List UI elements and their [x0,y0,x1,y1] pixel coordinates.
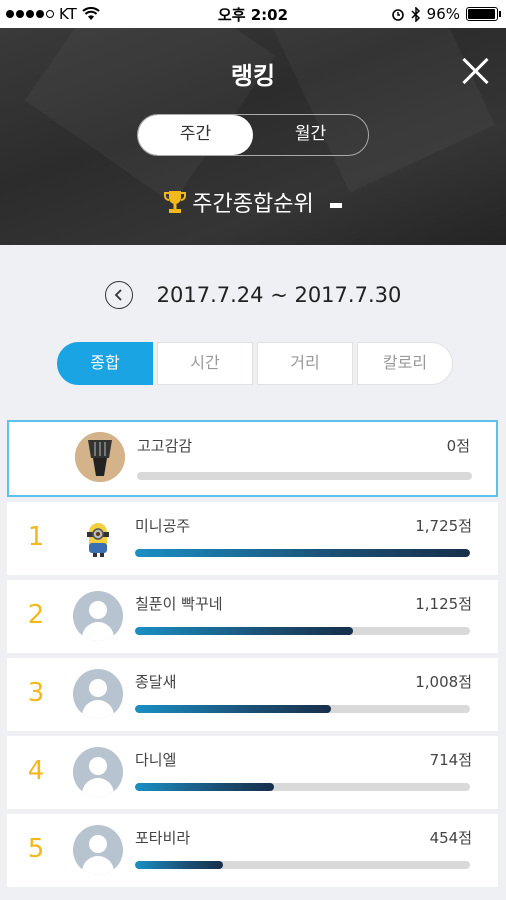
battery-percent: 96% [426,5,460,23]
date-navigation: 2017.7.24 ~ 2017.7.30 [0,279,506,311]
progress-fill [135,783,274,791]
user-name: 칠푼이 빡꾸네 [135,595,223,613]
my-name: 고고감감 [137,437,193,455]
user-score: 1,125점 [415,595,472,613]
progress-fill [135,861,224,869]
user-score: 454점 [429,829,472,847]
rank-number: 3 [27,678,45,708]
date-range: 2017.7.24 ~ 2017.7.30 [156,283,402,307]
user-name: 다니엘 [135,751,177,769]
user-name: 포타비라 [135,829,191,847]
minion-icon [87,523,109,557]
my-score: 0점 [446,437,470,455]
progress-bar [135,783,470,791]
avatar [75,432,125,482]
progress-fill [135,627,354,635]
progress-fill [135,549,470,557]
ranking-row[interactable]: 3 종달새 1,008점 [7,658,498,731]
progress-bar [135,705,470,713]
rank-number: 5 [27,834,45,864]
rank-number: 1 [27,522,45,552]
dropdown-icon [329,202,342,208]
ranking-row[interactable]: 1 미니공주 1,725점 [7,502,498,575]
battery-icon [466,7,501,21]
avatar [73,513,123,563]
my-progress-bar [137,472,472,480]
chevron-left-icon [114,289,122,301]
default-avatar-icon [73,747,123,797]
progress-fill [135,705,331,713]
close-icon[interactable] [460,56,490,86]
tab-monthly[interactable]: 월간 [253,115,368,155]
progress-bar [135,549,470,557]
user-score: 1,725점 [415,517,472,535]
previous-week-button[interactable] [104,281,133,309]
ranking-row[interactable]: 2 칠푼이 빡꾸네 1,125점 [7,580,498,653]
header: 랭킹 주간 월간 주간종합순위 [0,28,506,245]
user-name: 미니공주 [135,517,191,535]
trophy-icon [164,191,187,213]
user-photo-icon [75,432,125,482]
tab-distance[interactable]: 거리 [257,342,353,385]
progress-bar [135,627,470,635]
tab-weekly[interactable]: 주간 [138,115,253,155]
default-avatar-icon [73,591,123,641]
default-avatar-icon [73,669,123,719]
default-avatar-icon [73,825,123,875]
user-score: 714점 [429,751,472,769]
user-score: 1,008점 [415,673,472,691]
rank-number: 4 [27,756,45,786]
category-tabs: 종합 시간 거리 칼로리 [57,342,453,385]
ranking-row[interactable]: 5 포타비라 454점 [7,814,498,887]
period-toggle: 주간 월간 [137,114,369,156]
alarm-icon [391,9,404,21]
progress-bar [135,861,470,869]
rank-number: 2 [27,600,45,630]
tab-calories[interactable]: 칼로리 [357,342,453,385]
status-bar: KT 오후 2:02 96% [0,0,506,28]
my-ranking-card[interactable]: 고고감감 0점 [7,420,498,497]
page-title: 랭킹 [230,62,276,90]
ranking-row[interactable]: 4 다니엘 714점 [7,736,498,809]
ranking-type-label: 주간종합순위 [192,192,314,217]
ranking-type-selector[interactable]: 주간종합순위 [0,186,506,218]
user-name: 종달새 [135,673,177,691]
tab-time[interactable]: 시간 [157,342,253,385]
tab-total[interactable]: 종합 [57,342,153,385]
bluetooth-icon [411,6,420,22]
